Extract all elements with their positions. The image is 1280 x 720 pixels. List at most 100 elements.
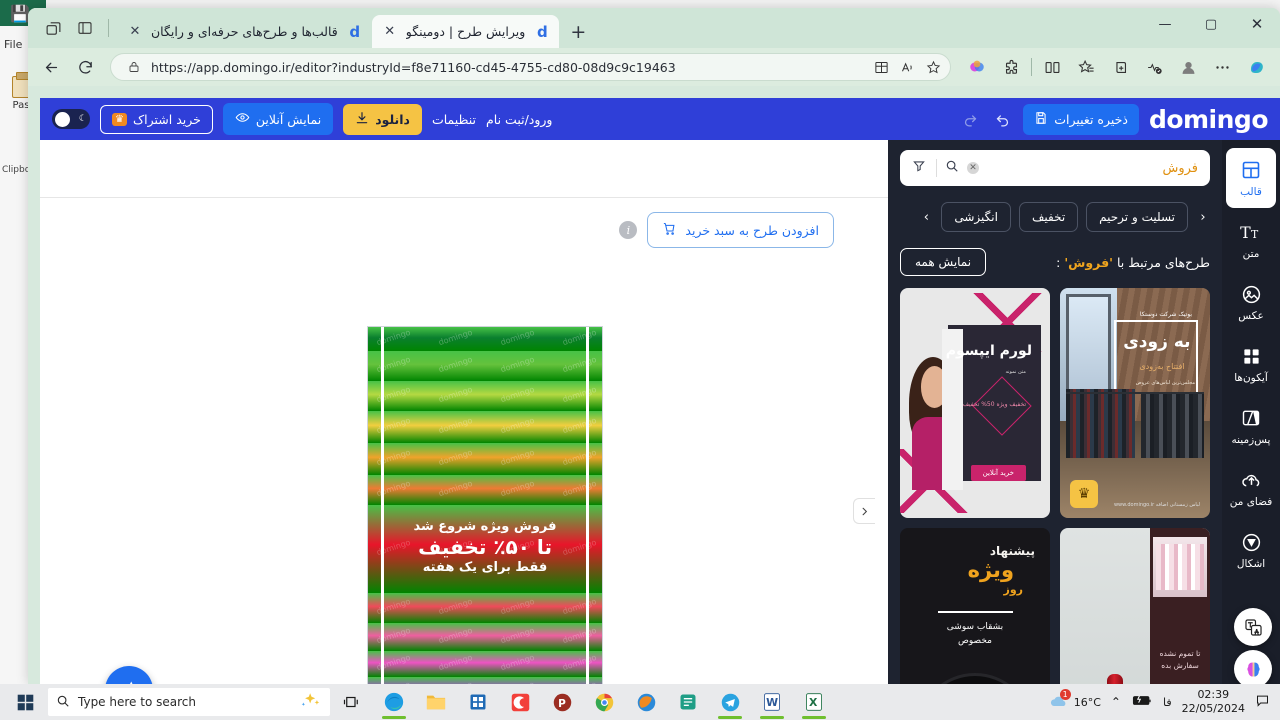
template-panel: ✕ ‹ تسلیت و ترحیم تخفیف انگیزشی › <box>888 140 1222 684</box>
settings-link[interactable]: تنظیمات <box>432 112 476 127</box>
dark-mode-toggle[interactable]: ☾ <box>52 109 90 129</box>
ai-brain-icon[interactable] <box>1234 650 1272 684</box>
chips-prev-icon[interactable]: ‹ <box>1196 210 1210 225</box>
clear-icon[interactable]: ✕ <box>967 162 979 174</box>
rail-item-shapes[interactable]: اشکال <box>1226 520 1276 580</box>
taskbar-app-file-explorer[interactable] <box>416 684 456 720</box>
favorite-star-icon[interactable] <box>924 58 942 76</box>
taskbar-app-telegram[interactable] <box>710 684 750 720</box>
back-arrow-icon[interactable] <box>36 52 66 82</box>
taskbar-app-excel[interactable]: X <box>794 684 834 720</box>
magic-wand-button[interactable] <box>105 666 153 684</box>
show-all-button[interactable]: نمایش همه <box>900 248 987 276</box>
new-tab-button[interactable]: + <box>565 19 591 45</box>
save-changes-button[interactable]: ذخیره تغییرات <box>1023 103 1139 135</box>
profile-avatar[interactable] <box>1172 52 1204 82</box>
canvas-area[interactable]: افزودن طرح به سبد خرید i domingo domingo d… <box>40 198 852 684</box>
address-bar[interactable]: https://app.domingo.ir/editor?industryId… <box>110 53 951 81</box>
search-input[interactable] <box>987 160 1198 176</box>
tab-actions-icon[interactable] <box>42 17 64 39</box>
panel-expand-handle[interactable] <box>853 498 875 524</box>
template-search-box[interactable]: ✕ <box>900 150 1210 186</box>
rail-item-text[interactable]: TT متن <box>1226 210 1276 270</box>
read-aloud-icon[interactable] <box>898 58 916 76</box>
copilot-sidebar-icon[interactable] <box>1240 52 1272 82</box>
reload-icon[interactable] <box>70 52 100 82</box>
extensions-icon[interactable] <box>995 52 1027 82</box>
design-guide-left[interactable] <box>381 327 384 684</box>
taskbar-app-word[interactable]: W <box>752 684 792 720</box>
close-window-button[interactable]: ✕ <box>1234 8 1280 40</box>
undo-icon[interactable] <box>991 108 1013 130</box>
rail-label: قالب <box>1240 186 1262 198</box>
search-icon[interactable] <box>945 159 959 177</box>
chips-next-icon[interactable]: › <box>919 210 933 225</box>
vertical-tabs-icon[interactable] <box>74 17 96 39</box>
settings-more-icon[interactable] <box>1206 52 1238 82</box>
rail-label: پس‌زمینه <box>1231 434 1271 446</box>
taskbar-app-chrome[interactable] <box>584 684 624 720</box>
favorites-list-icon[interactable] <box>1070 52 1102 82</box>
taskbar-app-firefox[interactable] <box>626 684 666 720</box>
split-screen-toggle-icon[interactable] <box>1036 52 1068 82</box>
template-card-cosmetics[interactable]: تا تموم نشده سفارش بده <box>1060 528 1210 684</box>
browser-essentials-icon[interactable] <box>1138 52 1170 82</box>
notification-icon[interactable] <box>1255 693 1270 711</box>
split-screen-icon[interactable] <box>872 58 890 76</box>
related-label: طرح‌های مرتبط با 'فروش' : <box>1056 255 1210 270</box>
translate-icon[interactable] <box>1234 608 1272 646</box>
taskbar-app-camtasia[interactable] <box>500 684 540 720</box>
design-canvas[interactable]: domingo domingo domingo domingo domingo domin… <box>367 326 603 684</box>
tab-close-icon[interactable]: ✕ <box>127 24 143 40</box>
download-button[interactable]: دانلود <box>343 103 422 135</box>
tab-close-icon[interactable]: ✕ <box>382 24 398 40</box>
template-card-sushi[interactable]: پیشنهاد ویژه روز بشقاب سوشی مخصوص <box>900 528 1050 684</box>
maximize-button[interactable]: ▢ <box>1188 8 1234 40</box>
taskbar-search[interactable]: Type here to search <box>48 688 330 716</box>
collections-icon[interactable] <box>1104 52 1136 82</box>
taskbar-app-microsoft-store[interactable] <box>458 684 498 720</box>
design-guide-right[interactable] <box>586 327 589 684</box>
buy-subscription-button[interactable]: خرید اشتراک ♛ <box>100 104 213 134</box>
copilot-brain-icon[interactable] <box>961 52 993 82</box>
online-preview-button[interactable]: نمایش آنلاین <box>222 103 334 135</box>
chip-motivational[interactable]: انگیزشی <box>941 202 1011 232</box>
task-view-icon[interactable] <box>332 684 372 720</box>
watermark-text: domingo <box>437 652 474 673</box>
browser-tab-inactive[interactable]: d قالب‌ها و طرح‌های حرفه‌ای و رایگان ✕ <box>117 15 372 48</box>
watermark-text: domingo <box>437 384 474 405</box>
info-icon[interactable]: i <box>619 221 638 239</box>
tray-overflow-chevron[interactable]: ⌃ <box>1111 695 1121 709</box>
office-file-menu[interactable]: File <box>4 38 22 51</box>
watermark-text: domingo <box>437 625 474 646</box>
redo-icon[interactable] <box>959 108 981 130</box>
chip-discount[interactable]: تخفیف <box>1018 202 1079 232</box>
watermark-layer: domingodomingodomingodomingo <box>368 677 602 684</box>
filter-icon[interactable] <box>912 159 937 177</box>
design-band: domingodomingodomingodomingo <box>368 623 602 651</box>
language-indicator[interactable]: فا <box>1163 696 1172 709</box>
rail-item-my-space[interactable]: فضای من <box>1226 458 1276 518</box>
rail-item-background[interactable]: پس‌زمینه <box>1226 396 1276 456</box>
minimize-button[interactable]: — <box>1142 8 1188 40</box>
battery-charging-icon[interactable] <box>1131 694 1153 710</box>
taskbar-app-photoscape[interactable]: P <box>542 684 582 720</box>
premium-crown-badge[interactable]: ♛ <box>1070 480 1098 508</box>
rail-item-template[interactable]: قالب <box>1226 148 1276 208</box>
template-card-clothing-store[interactable]: بوتیک شرکت دوستکا به زودی افتتاح به‌زودی… <box>1060 288 1210 518</box>
login-register-link[interactable]: ورود/ثبت نام <box>486 112 552 127</box>
rail-item-icons[interactable]: آیکون‌ها <box>1226 334 1276 394</box>
taskbar-app-notes[interactable] <box>668 684 708 720</box>
tray-clock[interactable]: 02:39 22/05/2024 <box>1182 688 1245 716</box>
weather-widget[interactable]: 1 16°C <box>1049 688 1101 712</box>
tool-rail: قالب TT متن عکس <box>1222 140 1280 684</box>
add-to-cart-button[interactable]: افزودن طرح به سبد خرید <box>647 212 834 248</box>
template-card-woman-fashion[interactable]: لورم ایپسوم متن نمونه تخفیف ویژه 50% تخف… <box>900 288 1050 518</box>
browser-tab-active[interactable]: d ویرایش طرح | دومینگو ✕ <box>371 15 560 48</box>
rail-item-image[interactable]: عکس <box>1226 272 1276 332</box>
browser-toolbar: https://app.domingo.ir/editor?industryId… <box>28 48 1280 86</box>
windows-start-icon[interactable] <box>4 684 46 720</box>
domingo-logo[interactable]: domingo <box>1149 105 1269 134</box>
chip-condolence[interactable]: تسلیت و ترحیم <box>1086 202 1188 232</box>
taskbar-app-edge[interactable] <box>374 684 414 720</box>
